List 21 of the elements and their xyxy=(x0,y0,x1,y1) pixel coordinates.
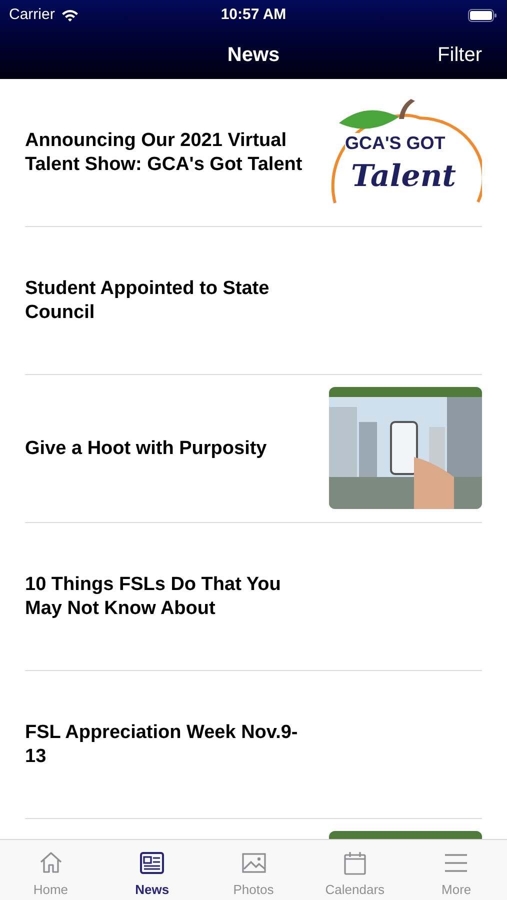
article-title: Announcing Our 2021 Virtual Talent Show: GCA's Got Talent xyxy=(25,128,304,176)
article-row[interactable]: Give a Hoot with Purposity xyxy=(25,375,482,523)
article-row[interactable]: Announcing Our 2021 Virtual Talent Show: GCA's Got Talent GCA'S GOT Talent xyxy=(25,79,482,227)
filter-button[interactable]: Filter xyxy=(438,40,482,70)
article-row[interactable]: FSL Appreciation Week Nov.9-13 xyxy=(25,671,482,819)
wifi-icon xyxy=(60,8,79,22)
image-icon xyxy=(240,850,267,876)
article-title: 10 Things FSLs Do That You May Not Know About xyxy=(25,572,282,620)
tab-item[interactable]: News xyxy=(101,840,203,900)
article-row[interactable]: 10 Things FSLs Do That You May Not Know About xyxy=(25,523,482,671)
article-title: FSL Appreciation Week Nov.9-13 xyxy=(25,720,299,768)
article-row[interactable]: Student Appointed to State Council xyxy=(25,227,482,375)
screen-title: News xyxy=(227,42,280,68)
article-title: Give a Hoot with Purposity xyxy=(25,436,267,460)
home-icon xyxy=(38,850,64,876)
status-time: 10:57 AM xyxy=(220,4,286,25)
calendar-icon xyxy=(342,850,368,876)
carrier-label: Carrier xyxy=(9,4,55,25)
newspaper-icon xyxy=(139,850,166,876)
article-title: Student Appointed to State Council xyxy=(25,276,270,324)
battery-icon xyxy=(468,8,497,22)
